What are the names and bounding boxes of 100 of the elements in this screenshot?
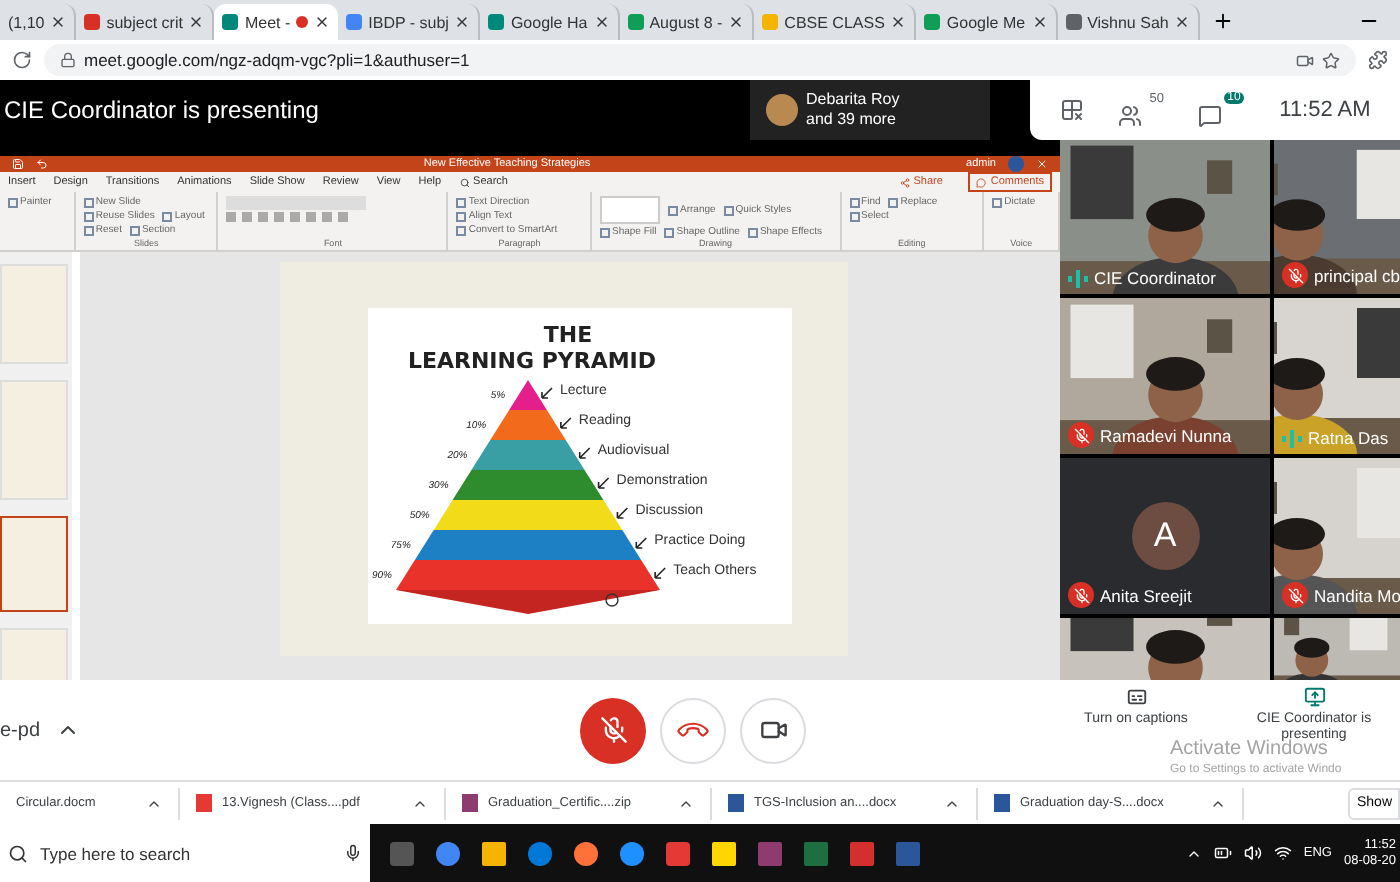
logo-icon — [605, 593, 619, 607]
tab-title: (1,10 — [8, 13, 45, 31]
people-icon — [1117, 104, 1142, 128]
site-icon — [924, 14, 941, 30]
close-icon[interactable] — [314, 14, 331, 30]
activation-title: Activate Windows — [1170, 738, 1328, 762]
camera-button[interactable] — [740, 697, 806, 763]
tab-title: Meet - — [244, 13, 291, 31]
save-icon[interactable] — [12, 158, 24, 170]
battery-icon[interactable] — [1213, 844, 1232, 862]
command-icon — [600, 227, 610, 237]
tab-title: Google Ha — [510, 13, 588, 31]
command-icon — [8, 197, 18, 207]
participant-name: Anita Sreejit — [1100, 585, 1192, 605]
file-icon — [728, 794, 744, 812]
lock-icon — [60, 52, 76, 68]
comment-icon — [976, 177, 987, 187]
site-icon — [222, 14, 239, 30]
command-icon — [162, 211, 173, 221]
close-icon[interactable] — [1174, 14, 1191, 30]
site-icon — [627, 14, 644, 30]
chat-icon — [1198, 104, 1223, 128]
participant-name: Ramadevi Nunna — [1100, 425, 1232, 445]
camera-icon[interactable] — [1296, 51, 1314, 69]
volume-icon[interactable] — [1243, 844, 1262, 862]
meeting-code: e-pd — [0, 719, 41, 741]
command-icon — [747, 227, 758, 237]
meeting-time: 11:52 AM — [1279, 98, 1371, 122]
command-icon — [668, 205, 678, 215]
participant-name: principal cb — [1314, 265, 1400, 285]
site-icon — [84, 14, 101, 30]
participant-name: Ratna Das — [1308, 428, 1389, 448]
captions-icon — [1125, 686, 1147, 708]
taskbar-app-icon[interactable] — [712, 841, 736, 865]
tab-title: August 8 - — [649, 13, 723, 31]
close-icon[interactable] — [50, 14, 67, 30]
wifi-icon[interactable] — [1273, 844, 1292, 862]
arrow-icon — [597, 477, 610, 489]
taskbar-app-icon[interactable] — [482, 841, 506, 865]
participant-name: CIE Coordinator — [1094, 268, 1216, 288]
share-icon — [899, 177, 910, 187]
new-tab-icon[interactable] — [1212, 10, 1235, 32]
present-screen-icon — [1303, 686, 1325, 708]
pyramid-title: LEARNING PYRAMID — [407, 348, 657, 374]
tab-title: subject crit — [106, 13, 183, 31]
site-icon — [488, 14, 505, 30]
search-placeholder: Type here to search — [40, 843, 193, 863]
presenting-title: CIE Coordinator is presenting — [2, 96, 321, 124]
close-icon[interactable] — [593, 14, 610, 30]
command-icon — [888, 197, 899, 207]
user-avatar-icon — [1008, 156, 1024, 172]
tab-title: Vishnu Sah — [1087, 13, 1169, 31]
close-icon[interactable] — [188, 14, 205, 30]
command-icon — [664, 227, 675, 237]
taskbar-app-icon[interactable] — [620, 841, 644, 865]
command-icon — [723, 205, 734, 215]
camera-icon — [759, 716, 787, 744]
arrow-icon — [635, 537, 648, 549]
reload-icon[interactable] — [12, 50, 32, 70]
avatar-icon — [766, 94, 798, 126]
participants-chip[interactable]: Debarita Roy and 39 more — [750, 80, 990, 140]
participant-name: Nandita Mo — [1314, 585, 1400, 605]
extensions-icon[interactable] — [1368, 50, 1388, 70]
bookmark-star-icon[interactable] — [1322, 51, 1340, 69]
search-icon — [459, 177, 470, 187]
undo-icon[interactable] — [36, 158, 48, 170]
hang-up-button[interactable] — [660, 697, 726, 763]
close-icon[interactable] — [728, 14, 745, 30]
tab-title: Google Me — [946, 13, 1026, 31]
slide-thumbnail[interactable] — [0, 516, 68, 612]
close-icon[interactable] — [454, 14, 471, 30]
microphone-icon[interactable] — [344, 844, 362, 862]
address-bar[interactable]: meet.google.com/ngz-adqm-vgc?pli=1&authuser=1 — [44, 44, 1356, 76]
mic-off-icon — [599, 716, 627, 744]
close-icon[interactable] — [1031, 14, 1048, 30]
url-text: meet.google.com/ngz-adqm-vgc?pli=1&authuser=1 — [84, 50, 472, 70]
arrow-icon — [654, 567, 666, 579]
more-participants: and 39 more — [806, 110, 898, 130]
participant-name: Debarita Roy — [806, 90, 900, 110]
arrow-icon — [560, 417, 572, 429]
file-icon — [994, 794, 1010, 812]
site-icon — [346, 14, 363, 30]
tab-title: IBDP - subj — [368, 13, 449, 31]
tab-title: CBSE CLASS — [784, 13, 885, 31]
taskbar-search-field[interactable]: Type here to search — [0, 824, 370, 882]
site-icon — [762, 14, 779, 30]
font-name-field[interactable] — [226, 196, 367, 210]
participant-avatar: A — [1131, 502, 1199, 570]
close-icon[interactable] — [890, 14, 907, 30]
search-icon — [8, 843, 28, 863]
arrow-icon — [541, 387, 553, 399]
command-icon — [129, 225, 140, 235]
pyramid-title: THE — [543, 322, 593, 348]
browser-tab[interactable]: Meet - — [214, 4, 339, 40]
site-icon — [1065, 14, 1082, 30]
taskbar-app-icon[interactable] — [574, 841, 598, 865]
microphone-button[interactable] — [580, 697, 646, 763]
file-icon — [196, 794, 212, 812]
file-icon — [462, 794, 478, 812]
layout-grid-icon[interactable] — [1059, 98, 1084, 122]
